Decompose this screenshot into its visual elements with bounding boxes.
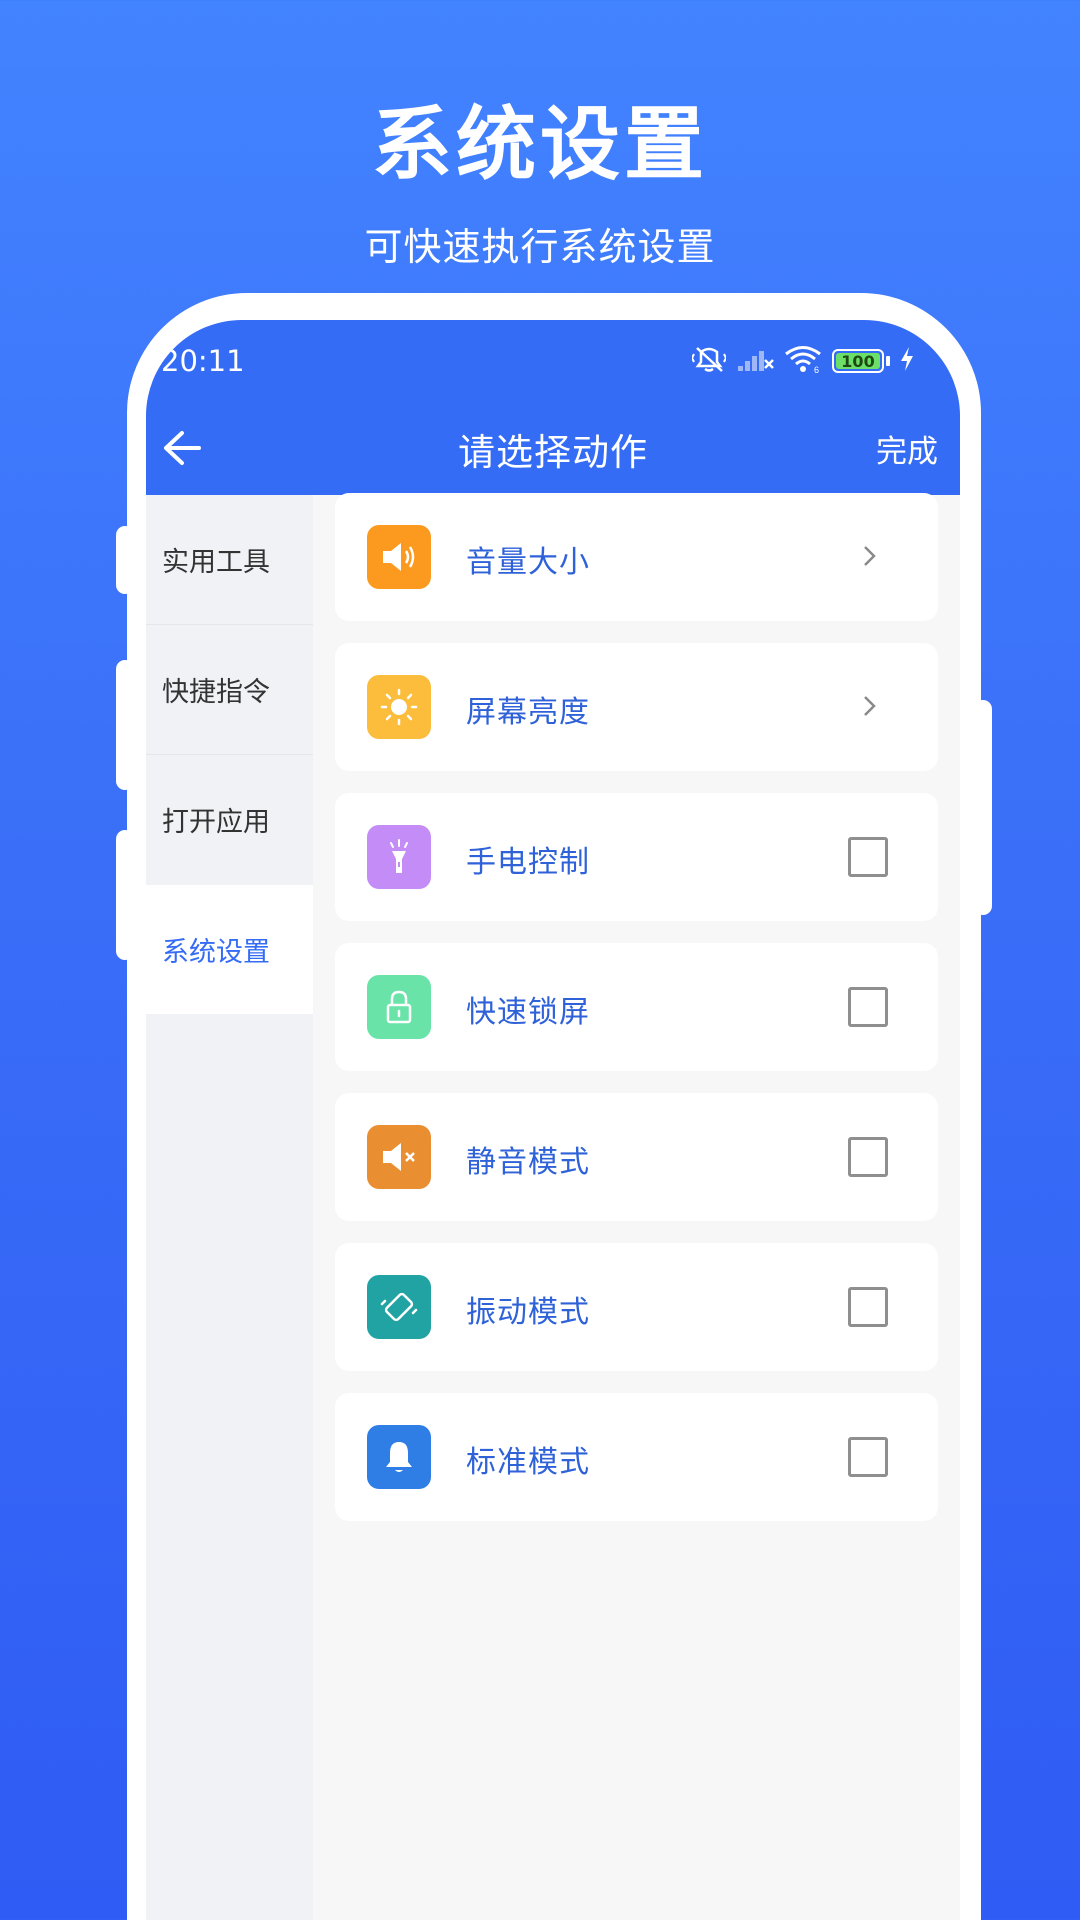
action-volume[interactable]: 音量大小 [335,493,938,621]
signal-icon [736,346,774,376]
done-button[interactable]: 完成 [876,426,938,471]
action-label: 快速锁屏 [466,995,590,1030]
mute-vibrate-icon [690,344,728,378]
status-icons: 6 100 [690,344,914,378]
mute-mode-checkbox[interactable] [848,1137,888,1177]
action-mute-mode[interactable]: 静音模式 [335,1093,938,1221]
action-label: 振动模式 [466,1295,590,1330]
sidebar-item-label: 系统设置 [162,937,270,968]
action-vibrate-mode[interactable]: 振动模式 [335,1243,938,1371]
flashlight-checkbox[interactable] [848,837,888,877]
sidebar-item-system-settings[interactable]: 系统设置 [146,885,313,1014]
nav-bar: 请选择动作 完成 [146,400,960,495]
lock-icon [367,975,431,1039]
action-flashlight[interactable]: 手电控制 [335,793,938,921]
action-label: 音量大小 [466,545,590,580]
sidebar-item-label: 实用工具 [162,547,270,578]
sidebar-item-label: 快捷指令 [162,677,270,708]
vibrate-mode-checkbox[interactable] [848,1287,888,1327]
hero-subtitle: 可快速执行系统设置 [364,225,716,269]
sidebar-item-tools[interactable]: 实用工具 [146,495,313,624]
bell-icon [367,1425,431,1489]
brightness-icon [367,675,431,739]
status-time: 20:11 [161,344,245,378]
battery-level: 100 [841,351,875,371]
action-standard-mode[interactable]: 标准模式 [335,1393,938,1521]
mute-icon [367,1125,431,1189]
wifi-icon: 6 [784,345,822,377]
action-label: 手电控制 [466,845,590,880]
category-sidebar: 实用工具 快捷指令 打开应用 系统设置 [146,495,313,1920]
page-title: 请选择动作 [458,431,648,474]
flashlight-icon [367,825,431,889]
standard-mode-checkbox[interactable] [848,1437,888,1477]
battery-body: 100 [832,349,884,373]
vibrate-icon [367,1275,431,1339]
sidebar-item-open-app[interactable]: 打开应用 [146,755,313,884]
action-brightness[interactable]: 屏幕亮度 [335,643,938,771]
action-label: 标准模式 [466,1445,590,1480]
lock-screen-checkbox[interactable] [848,987,888,1027]
sidebar-item-label: 打开应用 [162,807,270,838]
speaker-icon [367,525,431,589]
battery-icon: 100 [832,349,890,373]
charging-icon [900,347,914,375]
action-label: 屏幕亮度 [466,695,590,730]
hero-title: 系统设置 [372,98,708,191]
chevron-right-icon [864,546,876,566]
chevron-right-icon [864,696,876,716]
svg-text:6: 6 [814,365,819,373]
action-lock-screen[interactable]: 快速锁屏 [335,943,938,1071]
battery-tip [886,356,890,366]
status-bar: 20:11 6 100 [146,320,960,400]
action-label: 静音模式 [466,1145,590,1180]
action-list: 音量大小 屏幕亮度 手电控制 快速锁屏 静音模式 振动模式 标准模式 [313,493,960,1920]
sidebar-item-shortcuts[interactable]: 快捷指令 [146,625,313,754]
phone-screen: 20:11 6 100 请选择动作 完成 实用工具 快捷指令 打开应用 系统设置… [146,320,960,1920]
